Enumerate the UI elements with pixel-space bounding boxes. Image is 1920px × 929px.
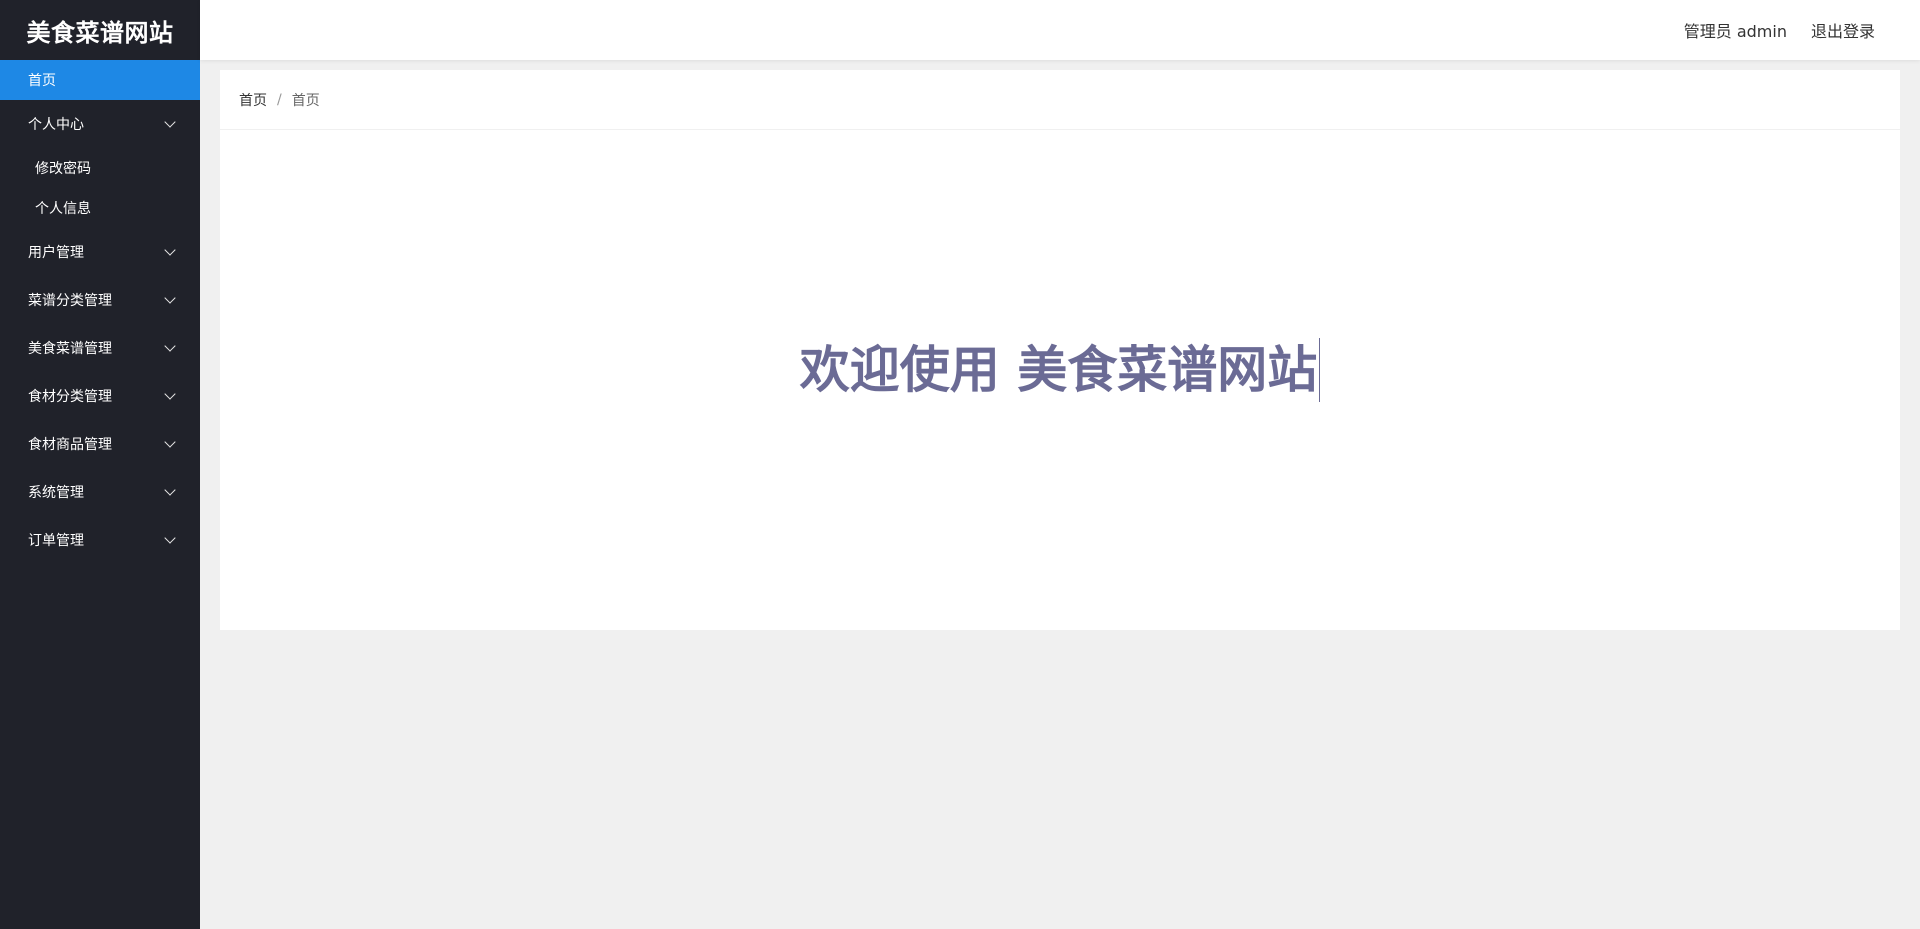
- chevron-down-icon: [164, 244, 176, 256]
- sidebar-group-label: 美食菜谱管理: [28, 341, 112, 357]
- breadcrumb: 首页 / 首页: [220, 70, 1900, 130]
- chevron-down-icon: [164, 292, 176, 304]
- breadcrumb-root[interactable]: 首页: [239, 90, 267, 110]
- breadcrumb-current: 首页: [291, 92, 320, 109]
- sidebar-group-order-management[interactable]: 订单管理: [0, 516, 200, 564]
- sidebar-group-system-management[interactable]: 系统管理: [0, 468, 200, 516]
- sidebar: 美食菜谱网站 首页 个人中心 修改密码 个人信息 用户管理 菜谱分类管理 美食菜…: [0, 0, 200, 929]
- sidebar-group-ingredient-goods[interactable]: 食材商品管理: [0, 420, 200, 468]
- site-logo: 美食菜谱网站: [26, 18, 174, 47]
- sidebar-group-label: 用户管理: [28, 245, 84, 261]
- sidebar-menu: 首页 个人中心 修改密码 个人信息 用户管理 菜谱分类管理 美食菜谱管理 食材分…: [0, 60, 200, 564]
- sidebar-group-label: 食材商品管理: [28, 437, 112, 453]
- breadcrumb-separator: /: [277, 91, 282, 108]
- chevron-down-icon: [164, 532, 176, 544]
- sidebar-group-label: 食材分类管理: [28, 389, 112, 405]
- sidebar-item-personal-info[interactable]: 个人信息: [0, 188, 200, 228]
- chevron-down-icon: [164, 436, 176, 448]
- logout-button[interactable]: 退出登录: [1811, 18, 1875, 42]
- current-user: 管理员 admin: [1683, 22, 1787, 41]
- sidebar-group-label: 订单管理: [28, 533, 84, 549]
- chevron-down-icon: [164, 116, 176, 128]
- sidebar-group-label: 系统管理: [28, 485, 84, 501]
- chevron-down-icon: [164, 340, 176, 352]
- sidebar-group-recipe-management[interactable]: 美食菜谱管理: [0, 324, 200, 372]
- sidebar-item-change-password[interactable]: 修改密码: [0, 148, 200, 188]
- chevron-down-icon: [164, 484, 176, 496]
- sidebar-group-user-management[interactable]: 用户管理: [0, 228, 200, 276]
- main-card: 首页 / 首页 欢迎使用 美食菜谱网站: [220, 70, 1900, 630]
- sidebar-group-ingredient-category[interactable]: 食材分类管理: [0, 372, 200, 420]
- welcome-title: 欢迎使用 美食菜谱网站: [800, 338, 1321, 402]
- welcome-area: 欢迎使用 美食菜谱网站: [220, 130, 1900, 630]
- top-header: 管理员 admin 退出登录: [200, 0, 1920, 60]
- sidebar-item-home[interactable]: 首页: [0, 60, 200, 100]
- chevron-down-icon: [164, 388, 176, 400]
- sidebar-group-label: 个人中心: [28, 117, 84, 133]
- sidebar-group-label: 菜谱分类管理: [28, 293, 112, 309]
- sidebar-group-recipe-category[interactable]: 菜谱分类管理: [0, 276, 200, 324]
- sidebar-group-personal-center[interactable]: 个人中心: [0, 100, 200, 148]
